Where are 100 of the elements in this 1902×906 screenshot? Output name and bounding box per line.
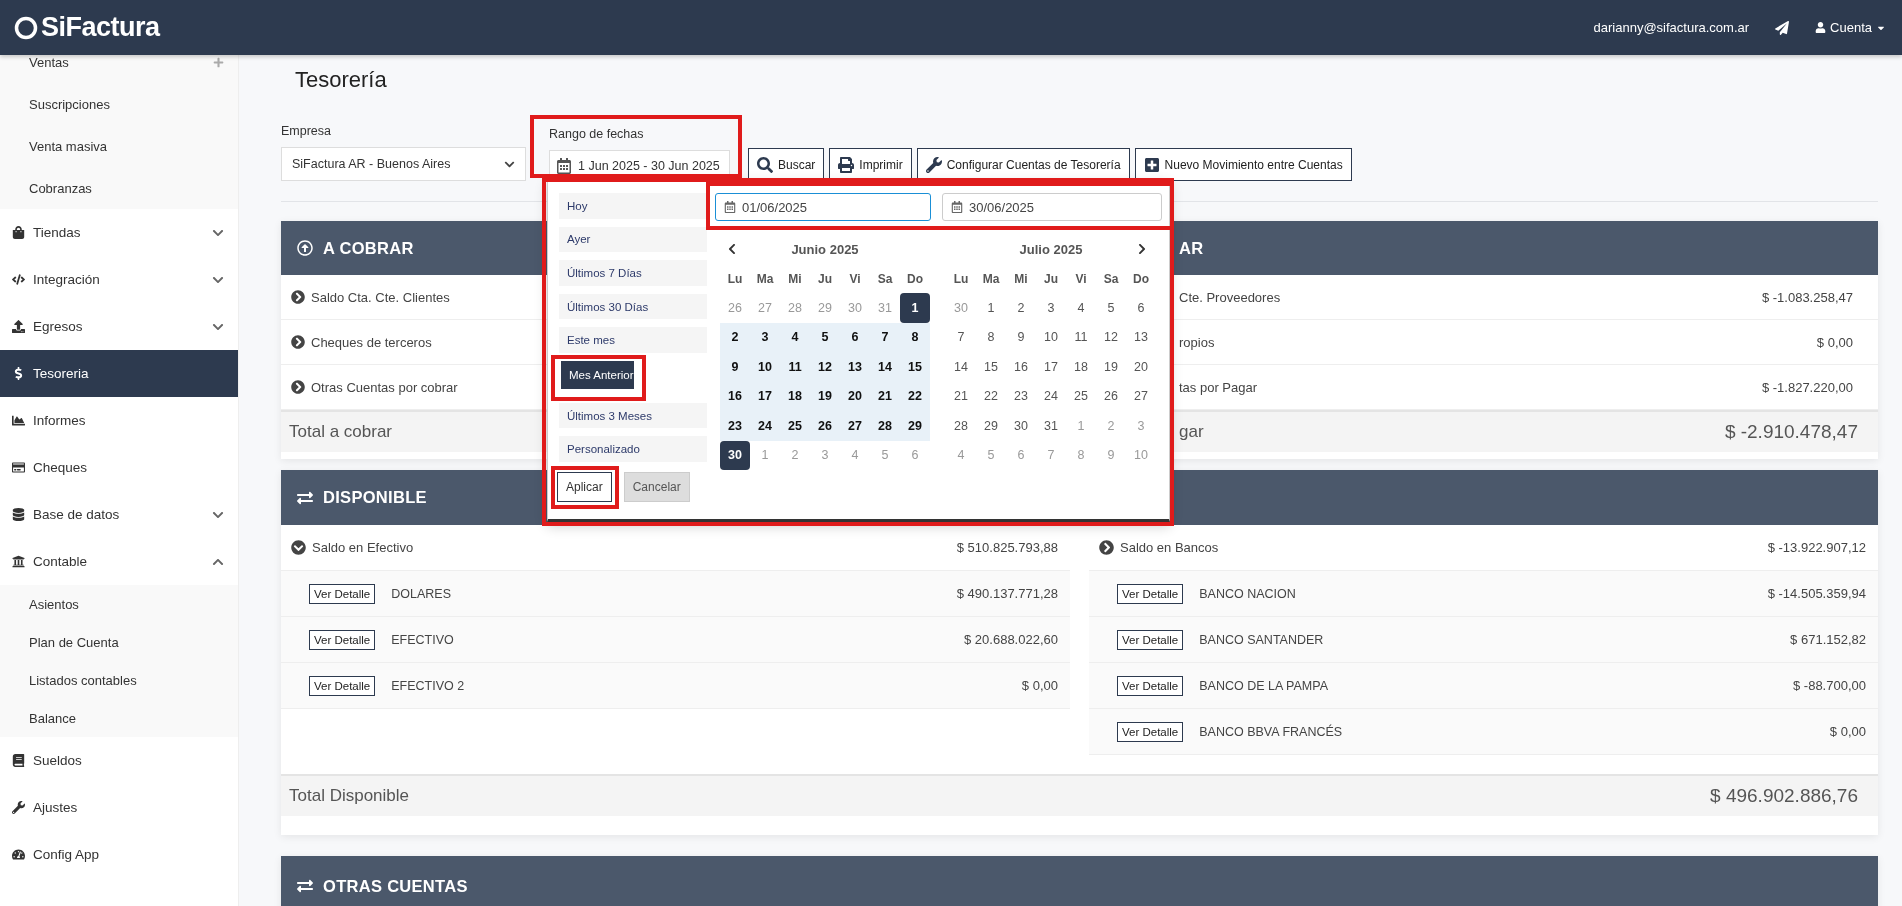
range-option[interactable]: Últimos 3 Meses — [559, 402, 707, 429]
calendar-day[interactable]: 30 — [1006, 411, 1036, 441]
calendar-day[interactable]: 22 — [976, 381, 1006, 411]
company-select[interactable]: SiFactura AR - Buenos Aires — [281, 147, 526, 181]
calendar-day[interactable]: 16 — [720, 381, 750, 411]
calendar-day[interactable]: 5 — [810, 322, 840, 352]
calendar-day[interactable]: 17 — [750, 381, 780, 411]
range-option[interactable]: Mes Anterior — [561, 360, 634, 389]
detail-button[interactable]: Ver Detalle — [1117, 629, 1184, 650]
range-option[interactable]: Hoy — [559, 193, 707, 219]
date-input[interactable]: 30/06/2025 — [942, 193, 1162, 221]
account-menu[interactable]: Cuenta — [1815, 20, 1886, 35]
detail-button[interactable]: Ver Detalle — [1117, 721, 1184, 742]
range-option[interactable]: Este mes — [559, 327, 707, 353]
calendar-day[interactable]: 24 — [750, 411, 780, 441]
calendar-day[interactable]: 21 — [870, 381, 900, 411]
previous-month-icon[interactable] — [726, 243, 738, 255]
next-month-icon[interactable] — [1136, 243, 1148, 255]
calendar-day[interactable]: 26 — [810, 411, 840, 441]
calendar-day[interactable]: 2 — [1006, 293, 1036, 323]
calendar-day[interactable]: 1 — [900, 293, 930, 323]
calendar-day[interactable]: 25 — [1066, 381, 1096, 411]
calendar-day[interactable]: 27 — [1126, 381, 1156, 411]
menu-item[interactable]: Suscripciones — [0, 83, 238, 125]
calendar-day[interactable]: 26 — [1096, 381, 1126, 411]
calendar-day[interactable]: 23 — [720, 411, 750, 441]
calendar-day[interactable]: 29 — [976, 411, 1006, 441]
calendar-day[interactable]: 24 — [1036, 381, 1066, 411]
calendar-day[interactable]: 11 — [780, 352, 810, 382]
calendar-day[interactable]: 31 — [1036, 411, 1066, 441]
calendar-day[interactable]: 23 — [1006, 381, 1036, 411]
calendar-day[interactable]: 12 — [1096, 322, 1126, 352]
calendar-day[interactable]: 18 — [1066, 352, 1096, 382]
calendar-day[interactable]: 13 — [1126, 322, 1156, 352]
calendar-day[interactable]: 4 — [1066, 293, 1096, 323]
calendar-day[interactable]: 4 — [780, 322, 810, 352]
menu-item[interactable]: Listados contables — [0, 661, 238, 699]
calendar-day[interactable]: 13 — [840, 352, 870, 382]
menu-item[interactable]: Venta masiva — [0, 125, 238, 167]
menu-icon — [12, 320, 25, 333]
calendar-day[interactable]: 20 — [840, 381, 870, 411]
calendar-day[interactable]: 20 — [1126, 352, 1156, 382]
menu-item[interactable]: Balance — [0, 699, 238, 737]
detail-button[interactable]: Ver Detalle — [309, 629, 376, 650]
detail-button[interactable]: Ver Detalle — [1117, 675, 1184, 696]
menu-item[interactable]: Plan de Cuenta — [0, 623, 238, 661]
calendar-day[interactable]: 3 — [750, 322, 780, 352]
apply-button[interactable]: Aplicar — [557, 472, 612, 503]
calendar-day[interactable]: 6 — [840, 322, 870, 352]
calendar-day[interactable]: 9 — [1006, 322, 1036, 352]
weekday-label: Ju — [1043, 270, 1059, 288]
calendar-day[interactable]: 2 — [720, 322, 750, 352]
menu-item[interactable]: Asientos — [0, 585, 238, 623]
menu-item[interactable]: Tesoreria — [0, 350, 238, 397]
toolbar-button[interactable]: Nuevo Movimiento entre Cuentas — [1134, 148, 1352, 181]
calendar-day[interactable]: 14 — [870, 352, 900, 382]
calendar-day[interactable]: 22 — [900, 381, 930, 411]
calendar-day[interactable]: 15 — [900, 352, 930, 382]
menu-item[interactable]: Ventas — [0, 55, 238, 83]
calendar-day[interactable]: 3 — [1036, 293, 1066, 323]
calendar-day[interactable]: 14 — [946, 352, 976, 382]
calendar-day[interactable]: 7 — [946, 322, 976, 352]
detail-button[interactable]: Ver Detalle — [1117, 583, 1184, 604]
calendar-day[interactable]: 5 — [1096, 293, 1126, 323]
calendar-day[interactable]: 10 — [750, 352, 780, 382]
calendar-day[interactable]: 25 — [780, 411, 810, 441]
calendar-day[interactable]: 7 — [870, 322, 900, 352]
calendar-day[interactable]: 8 — [976, 322, 1006, 352]
range-option[interactable]: Últimos 7 Días — [559, 260, 707, 286]
calendar-day[interactable]: 6 — [1126, 293, 1156, 323]
card-title: DISPONIBLE — [323, 488, 427, 507]
calendar-day[interactable]: 16 — [1006, 352, 1036, 382]
calendar-day[interactable]: 12 — [810, 352, 840, 382]
month-title: Junio 2025 — [790, 241, 860, 257]
calendar-day[interactable]: 15 — [976, 352, 1006, 382]
detail-button[interactable]: Ver Detalle — [309, 675, 376, 696]
range-option[interactable]: Ayer — [559, 226, 707, 253]
row-label: Otras Cuentas por cobrar — [311, 379, 458, 395]
calendar-day[interactable]: 28 — [946, 411, 976, 441]
calendar-day[interactable]: 19 — [810, 381, 840, 411]
calendar-day[interactable]: 29 — [900, 411, 930, 441]
calendar-day[interactable]: 30 — [720, 440, 750, 470]
range-option[interactable]: Personalizado — [559, 436, 707, 463]
calendar-day[interactable]: 28 — [870, 411, 900, 441]
menu-item[interactable]: Cobranzas — [0, 167, 238, 209]
cancel-button[interactable]: Cancelar — [623, 472, 690, 503]
calendar-day[interactable]: 27 — [840, 411, 870, 441]
range-option[interactable]: Últimos 30 Días — [559, 293, 707, 320]
calendar-day[interactable]: 17 — [1036, 352, 1066, 382]
calendar-day[interactable]: 11 — [1066, 322, 1096, 352]
calendar-day[interactable]: 19 — [1096, 352, 1126, 382]
calendar-day[interactable]: 8 — [900, 322, 930, 352]
detail-button[interactable]: Ver Detalle — [309, 583, 376, 604]
calendar-day[interactable]: 21 — [946, 381, 976, 411]
paper-plane-icon[interactable] — [1775, 20, 1790, 35]
calendar-day[interactable]: 18 — [780, 381, 810, 411]
date-input[interactable]: 01/06/2025 — [715, 193, 931, 221]
calendar-day[interactable]: 9 — [720, 352, 750, 382]
calendar-day[interactable]: 1 — [976, 293, 1006, 323]
calendar-day[interactable]: 10 — [1036, 322, 1066, 352]
